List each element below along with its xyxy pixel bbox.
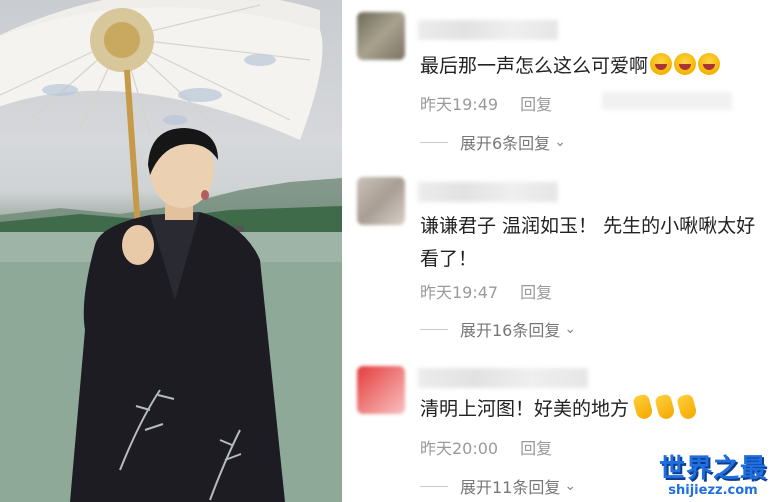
chevron-down-icon: ⌄	[554, 134, 566, 150]
video-photo	[0, 0, 342, 502]
chevron-down-icon: ⌄	[564, 478, 577, 494]
expand-replies-label: 展开6条回复	[460, 134, 551, 153]
comment-meta: 昨天20:00 回复	[420, 435, 552, 459]
divider-line	[420, 485, 448, 487]
avatar[interactable]	[357, 12, 405, 60]
avatar[interactable]	[357, 177, 405, 225]
comment-text-content: 最后那一声怎么这么可爱啊	[420, 55, 649, 77]
heart-hands-emoji-icon	[654, 393, 676, 421]
username-blurred[interactable]	[418, 182, 558, 202]
divider-line	[420, 328, 448, 330]
blurred-region	[602, 92, 732, 110]
comment-meta: 昨天19:49 回复	[420, 91, 552, 115]
expand-replies-button[interactable]: 展开11条回复 ⌄	[420, 474, 576, 498]
comment-time: 昨天19:47	[420, 283, 499, 302]
chevron-down-icon: ⌄	[564, 321, 577, 337]
expand-replies-button[interactable]: 展开16条回复 ⌄	[420, 317, 576, 341]
avatar[interactable]	[357, 366, 405, 414]
laughing-emoji-icon	[674, 53, 697, 75]
site-watermark: 世界之最 shijiezz.com	[659, 448, 767, 498]
comment-text-content: 清明上河图！好美的地方	[420, 398, 630, 420]
reply-button[interactable]: 回复	[520, 439, 552, 458]
heart-hands-emoji-icon	[676, 393, 698, 421]
reply-button[interactable]: 回复	[520, 95, 552, 114]
username-blurred[interactable]	[418, 20, 558, 40]
comment-list: 最后那一声怎么这么可爱啊 昨天19:49 回复 展开6条回复 ⌄ 谦谦君子 温润如…	[342, 0, 775, 502]
watermark-en: shijiezz.com	[668, 483, 758, 498]
expand-replies-label: 展开16条回复	[460, 321, 561, 340]
expand-replies-label: 展开11条回复	[460, 478, 561, 497]
heart-hands-emoji-icon	[632, 393, 654, 421]
expand-replies-button[interactable]: 展开6条回复 ⌄	[420, 130, 566, 154]
reply-button[interactable]: 回复	[520, 283, 552, 302]
comment-text: 清明上河图！好美的地方	[420, 393, 760, 426]
comment-meta: 昨天19:47 回复	[420, 279, 552, 303]
comment-text: 最后那一声怎么这么可爱啊	[420, 50, 760, 83]
photo-scene	[0, 0, 342, 502]
comment-time: 昨天19:49	[420, 95, 499, 114]
laughing-emoji-icon	[650, 53, 673, 75]
comment-text: 谦谦君子 温润如玉！ 先生的小啾啾太好看了！	[420, 215, 756, 270]
comment-time: 昨天20:00	[420, 439, 499, 458]
username-blurred[interactable]	[418, 368, 588, 388]
divider-line	[420, 141, 448, 143]
laughing-emoji-icon	[698, 53, 721, 75]
watermark-cn: 世界之最	[658, 454, 767, 484]
